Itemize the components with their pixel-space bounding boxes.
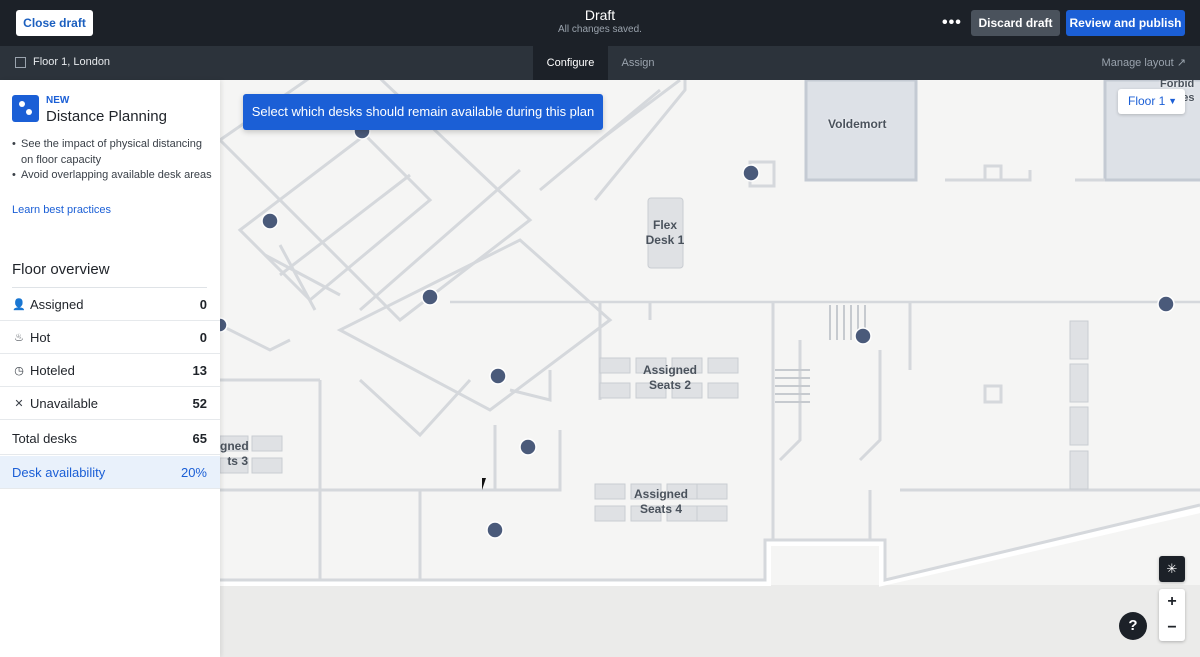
zone-label-flex-desk-1[interactable]: Flex Desk 1 [645, 218, 685, 248]
new-badge: NEW [46, 95, 70, 106]
external-link-icon: ↗ [1176, 57, 1186, 69]
floor-overview-title: Floor overview [12, 261, 110, 278]
manage-layout-link[interactable]: Manage layout ↗ [1102, 56, 1186, 69]
help-button[interactable]: ? [1119, 612, 1147, 640]
floor-plan-drawing [220, 80, 1200, 657]
fit-to-screen-button[interactable]: ✳ [1159, 556, 1185, 582]
flame-icon: ♨ [14, 332, 24, 344]
sidebar: NEW Distance Planning See the impact of … [0, 80, 220, 657]
zone-label-line: Assigned [642, 363, 697, 377]
total-desks-value: 65 [192, 431, 207, 446]
close-draft-button[interactable]: Close draft [16, 10, 93, 36]
sub-bar: Floor 1, London Configure Assign Manage … [0, 46, 1200, 80]
chevron-down-icon: ▼ [1168, 96, 1177, 106]
zoom-out-button[interactable]: − [1159, 615, 1185, 641]
overview-row-hoteled: ◷ Hoteled 13 [0, 354, 220, 387]
tab-configure[interactable]: Configure [533, 46, 608, 80]
review-publish-button[interactable]: Review and publish [1066, 10, 1185, 36]
more-options-icon[interactable]: ••• [942, 14, 962, 32]
overview-row-availability: Desk availability 20% [0, 456, 220, 489]
clock-icon: ◷ [14, 365, 24, 377]
top-bar: Close draft Draft All changes saved. •••… [0, 0, 1200, 46]
distance-planning-icon [12, 95, 39, 122]
page-title: Draft [584, 7, 616, 23]
zone-label-line: Seats 4 [639, 502, 683, 516]
learn-best-practices-link[interactable]: Learn best practices [12, 204, 111, 216]
row-label: Hoteled [30, 363, 75, 378]
overview-row-hot: ♨ Hot 0 [0, 321, 220, 354]
promo-title: Distance Planning [46, 108, 167, 125]
row-value: 13 [192, 363, 207, 378]
row-label: Unavailable [30, 396, 98, 411]
row-value: 0 [199, 330, 207, 345]
zone-label-line: Seats 2 [648, 378, 692, 392]
zone-label-line: Assigned [633, 487, 688, 501]
spinner-icon: ✳ [1166, 561, 1178, 576]
x-icon: ✕ [14, 398, 24, 410]
row-value: 52 [192, 396, 207, 411]
total-desks-label: Total desks [12, 431, 78, 446]
floor-map[interactable]: Select which desks should remain availab… [220, 80, 1200, 657]
overview-row-unavailable: ✕ Unavailable 52 [0, 387, 220, 420]
overview-row-assigned: 👤 Assigned 0 [0, 288, 220, 321]
instruction-tooltip: Select which desks should remain availab… [243, 94, 603, 130]
zone-label-line: gned [220, 439, 249, 453]
row-label: Hot [30, 330, 51, 345]
desk-availability-label: Desk availability [12, 465, 106, 480]
draft-title-group: Draft All changes saved. [500, 7, 700, 35]
user-plus-icon: 👤 [12, 299, 26, 311]
mouse-cursor-icon [482, 478, 490, 490]
zone-label-line: Desk 1 [645, 233, 685, 247]
building-icon [15, 57, 26, 68]
zone-label-assigned-seats-2[interactable]: Assigned Seats 2 [635, 363, 705, 393]
zone-label-line: Flex [652, 218, 677, 232]
floor-selector[interactable]: Floor 1 ▼ [1118, 89, 1185, 114]
zone-label-assigned-seats-3[interactable]: gned ts 3 [220, 439, 249, 469]
promo-bullet: See the impact of physical distancing on… [12, 137, 212, 168]
floor-selector-value: Floor 1 [1128, 94, 1166, 108]
save-status: All changes saved. [558, 24, 642, 35]
row-value: 0 [199, 297, 207, 312]
floor-location[interactable]: Floor 1, London [33, 56, 110, 68]
promo-bullet: Avoid overlapping available desk areas [12, 168, 212, 184]
manage-layout-label: Manage layout [1101, 57, 1174, 69]
tab-assign[interactable]: Assign [608, 46, 668, 80]
zone-label-assigned-seats-4[interactable]: Assigned Seats 4 [626, 487, 696, 517]
zoom-in-button[interactable]: + [1159, 589, 1185, 615]
desk-availability-value: 20% [180, 465, 207, 480]
promo-bullets: See the impact of physical distancing on… [12, 137, 212, 184]
room-label-voldemort: Voldemort [828, 117, 887, 131]
zoom-controls: + − [1159, 589, 1185, 641]
row-label: Assigned [30, 297, 84, 312]
discard-draft-button[interactable]: Discard draft [971, 10, 1060, 36]
zone-label-line: ts 3 [227, 454, 248, 468]
overview-row-total: Total desks 65 [0, 422, 220, 455]
